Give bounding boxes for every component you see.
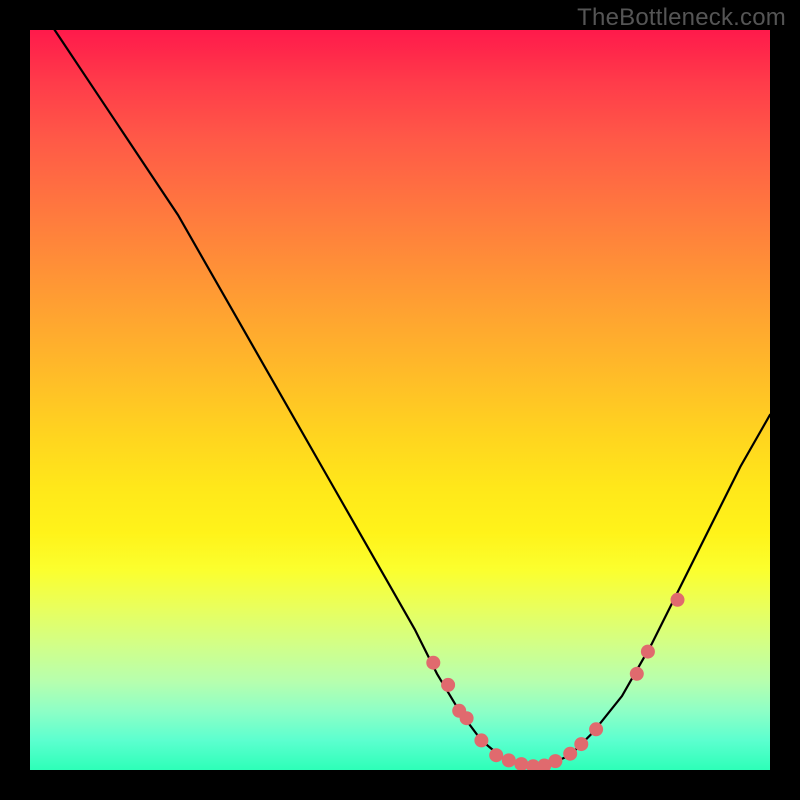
bottleneck-curve <box>30 30 770 766</box>
data-markers-group <box>426 593 684 770</box>
data-marker <box>502 753 516 767</box>
chart-container: TheBottleneck.com <box>0 0 800 800</box>
data-marker <box>563 747 577 761</box>
plot-area <box>30 30 770 770</box>
data-marker <box>460 711 474 725</box>
data-marker <box>548 754 562 768</box>
data-marker <box>574 737 588 751</box>
chart-overlay <box>30 30 770 770</box>
data-marker <box>474 733 488 747</box>
data-marker <box>489 748 503 762</box>
data-marker <box>441 678 455 692</box>
data-marker <box>426 656 440 670</box>
data-marker <box>630 667 644 681</box>
data-marker <box>589 722 603 736</box>
data-marker <box>641 645 655 659</box>
watermark-label: TheBottleneck.com <box>577 4 786 32</box>
data-marker <box>671 593 685 607</box>
data-marker <box>514 757 528 770</box>
